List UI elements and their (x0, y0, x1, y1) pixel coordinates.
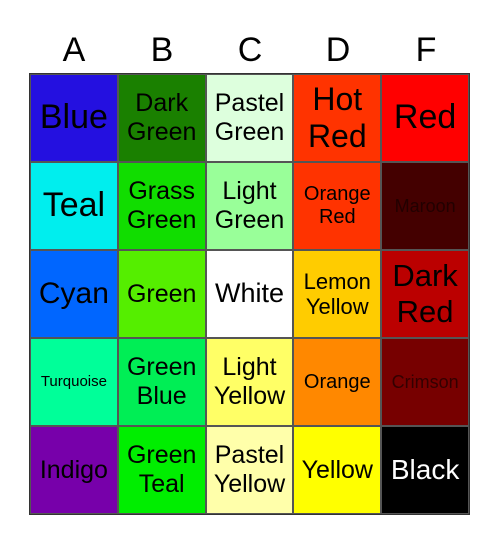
bingo-cell[interactable]: Turquoise (30, 338, 118, 426)
bingo-cell[interactable]: Teal (30, 162, 118, 250)
bingo-cell[interactable]: Dark Green (117, 74, 206, 162)
bingo-grid: Blue Dark Green Pastel Green Hot Red Red Teal… (29, 73, 470, 515)
bingo-cell[interactable]: White (205, 250, 294, 338)
bingo-cell[interactable]: Grass Green (117, 162, 206, 250)
bingo-cell[interactable]: Black (381, 426, 469, 514)
bingo-cell[interactable]: Orange Red (293, 162, 382, 250)
bingo-cell[interactable]: Blue (30, 74, 118, 162)
bingo-cell[interactable]: Light Green (205, 162, 294, 250)
header-letter: A (62, 31, 86, 69)
bingo-cell[interactable]: Yellow (293, 426, 382, 514)
bingo-cell[interactable]: Pastel Green (205, 74, 294, 162)
bingo-cell[interactable]: Cyan (30, 250, 118, 338)
header-letter: B (150, 31, 174, 69)
bingo-cell[interactable]: Green Teal (117, 426, 206, 514)
bingo-cell[interactable]: Green Blue (117, 338, 206, 426)
bingo-cell[interactable]: Maroon (381, 162, 469, 250)
bingo-cell[interactable]: Green (117, 250, 206, 338)
bingo-cell[interactable]: Lemon Yellow (293, 250, 382, 338)
bingo-header: A B C D F (30, 28, 470, 72)
bingo-cell[interactable]: Light Yellow (205, 338, 294, 426)
bingo-cell[interactable]: Crimson (381, 338, 469, 426)
bingo-cell[interactable]: Pastel Yellow (205, 426, 294, 514)
bingo-cell[interactable]: Hot Red (293, 74, 382, 162)
header-letter: D (325, 31, 351, 69)
header-letter: C (237, 31, 263, 69)
bingo-cell[interactable]: Orange (293, 338, 382, 426)
header-letter: F (415, 31, 437, 69)
bingo-cell[interactable]: Indigo (30, 426, 118, 514)
bingo-cell[interactable]: Dark Red (381, 250, 469, 338)
bingo-cell[interactable]: Red (381, 74, 469, 162)
